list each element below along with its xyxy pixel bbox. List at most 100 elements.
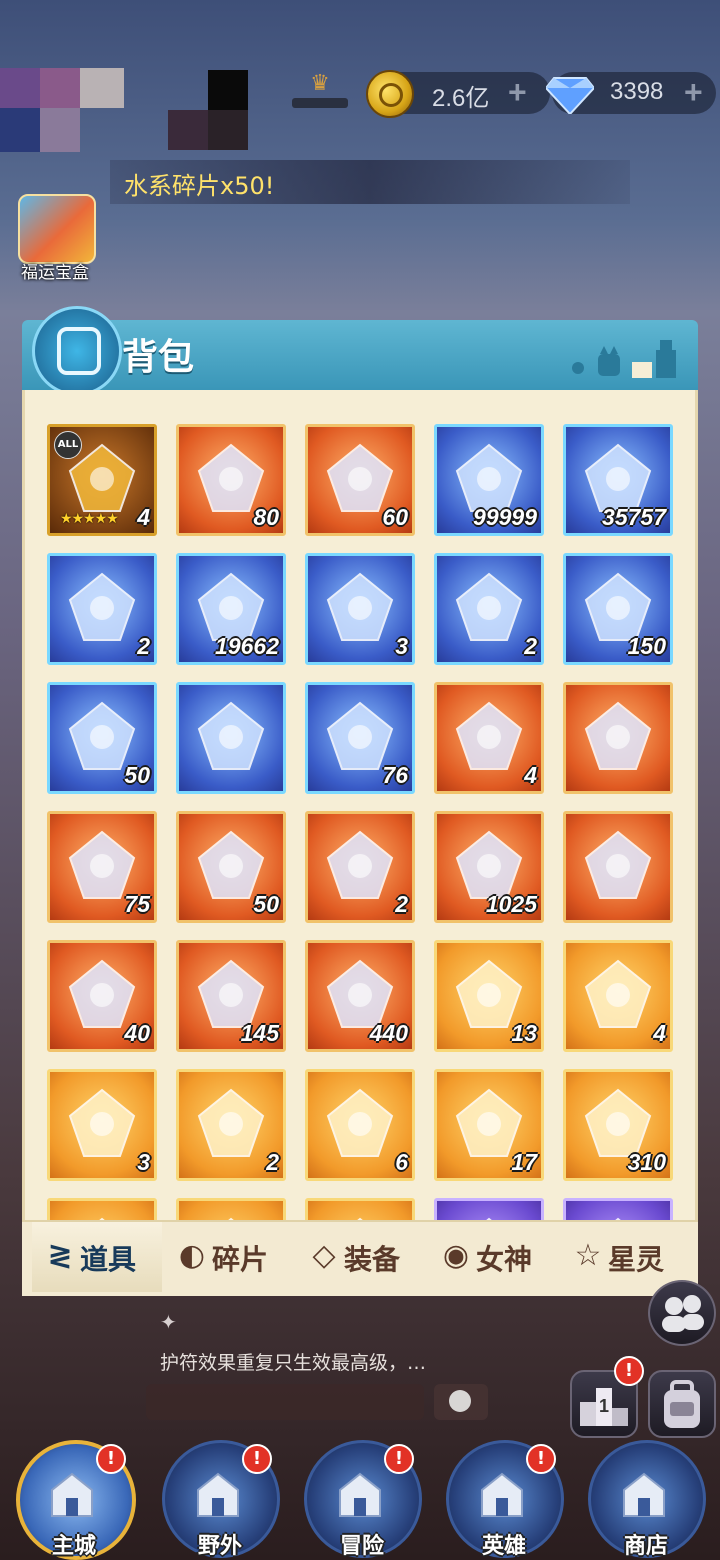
nav-wilderness[interactable]: 野外! bbox=[162, 1440, 280, 1559]
friends-button[interactable] bbox=[648, 1280, 716, 1346]
item-slot[interactable]: 60 bbox=[305, 424, 415, 536]
item-count: 4 bbox=[653, 1020, 666, 1046]
item-count: 40 bbox=[124, 1020, 150, 1046]
item-count: 4 bbox=[137, 504, 150, 530]
vip-crown-icon[interactable]: ♛ bbox=[306, 72, 334, 96]
item-grid-area: ALL ★★★★★ 4 80 60 99999 35757 2 19662 3 2 150 50 76 4 7… bbox=[22, 390, 698, 1294]
item-count: 35757 bbox=[602, 504, 666, 530]
chat-avatar-icon: ✦ bbox=[160, 1310, 177, 1334]
item-count: 19662 bbox=[215, 633, 279, 659]
bag-button[interactable]: ! bbox=[648, 1370, 716, 1438]
item-count: 75 bbox=[124, 891, 150, 917]
add-diamond-button[interactable]: + bbox=[684, 74, 703, 111]
nav-label: 英雄 bbox=[481, 1534, 526, 1559]
nav-main-city[interactable]: 主城! bbox=[16, 1440, 136, 1560]
tab-goddess[interactable]: ◉ 女神 bbox=[428, 1222, 558, 1292]
nav-adventure[interactable]: 冒险! bbox=[304, 1440, 422, 1559]
item-slot[interactable]: 50 bbox=[176, 811, 286, 923]
item-count: 80 bbox=[253, 504, 279, 530]
item-slot[interactable]: 76 bbox=[305, 682, 415, 794]
item-slot[interactable]: 75 bbox=[47, 811, 157, 923]
item-slot[interactable]: 310 bbox=[563, 1069, 673, 1181]
item-count: 6 bbox=[395, 1149, 408, 1175]
wilderness-portal-icon bbox=[197, 1472, 239, 1517]
item-slot[interactable]: 3 bbox=[305, 553, 415, 665]
item-slot[interactable]: 50 bbox=[47, 682, 157, 794]
blue-chest-icon bbox=[584, 959, 652, 1028]
golden-armor-icon bbox=[197, 1088, 265, 1157]
item-count: 17 bbox=[511, 1149, 537, 1175]
goddess-icon: ◉ bbox=[442, 1238, 470, 1273]
tab-items[interactable]: ≷ 道具 bbox=[32, 1222, 162, 1292]
item-slot[interactable]: 19662 bbox=[176, 553, 286, 665]
ticker-text: 水系碎片x50! bbox=[124, 172, 275, 200]
items-icon: ≷ bbox=[47, 1238, 73, 1273]
friends-icon bbox=[662, 1295, 704, 1332]
item-count: 13 bbox=[511, 1020, 537, 1046]
tab-equipment[interactable]: ◇ 装备 bbox=[296, 1222, 426, 1292]
equipment-icon: ◇ bbox=[312, 1238, 336, 1273]
emoji-button[interactable] bbox=[434, 1384, 488, 1420]
item-slot[interactable]: 80 bbox=[176, 424, 286, 536]
category-tabs: ≷ 道具 ◐ 碎片 ◇ 装备 ◉ 女神 ☆ 星灵 bbox=[22, 1220, 698, 1296]
orb-frame-icon bbox=[584, 701, 652, 770]
tab-fragments[interactable]: ◐ 碎片 bbox=[164, 1222, 294, 1292]
item-slot[interactable]: 1025 bbox=[434, 811, 544, 923]
item-slot[interactable]: 150 bbox=[563, 553, 673, 665]
lucky-box-label: 福运宝盒 bbox=[21, 263, 89, 283]
item-slot[interactable]: 17 bbox=[434, 1069, 544, 1181]
item-slot[interactable]: 4 bbox=[434, 682, 544, 794]
hourglass-icon bbox=[455, 572, 523, 641]
item-count: 3 bbox=[137, 1149, 150, 1175]
item-slot[interactable]: 99999 bbox=[434, 424, 544, 536]
item-slot[interactable]: 4 bbox=[563, 940, 673, 1052]
tab-label: 装备 bbox=[344, 1243, 401, 1276]
item-count: 440 bbox=[369, 1020, 408, 1046]
item-slot[interactable]: ALL ★★★★★ 4 bbox=[47, 424, 157, 536]
item-slot[interactable]: 145 bbox=[176, 940, 286, 1052]
chat-input[interactable] bbox=[146, 1384, 424, 1420]
item-slot[interactable]: 440 bbox=[305, 940, 415, 1052]
ranking-button[interactable]: 1 ! bbox=[570, 1356, 644, 1438]
backpack-icon bbox=[32, 306, 122, 396]
gold-resource: 2.6亿 + bbox=[366, 70, 550, 118]
nav-badge: ! bbox=[242, 1444, 272, 1474]
nav-shop[interactable]: 商店 bbox=[588, 1440, 706, 1559]
item-slot[interactable]: 40 bbox=[47, 940, 157, 1052]
nav-heroes[interactable]: 英雄! bbox=[446, 1440, 564, 1559]
add-gold-button[interactable]: + bbox=[508, 74, 527, 111]
diamond-icon bbox=[546, 77, 594, 114]
item-slot[interactable] bbox=[176, 682, 286, 794]
item-slot[interactable] bbox=[563, 682, 673, 794]
green-card-icon bbox=[68, 1088, 136, 1157]
item-slot[interactable]: 35757 bbox=[563, 424, 673, 536]
vip-bar bbox=[292, 98, 348, 108]
nav-label: 野外 bbox=[197, 1534, 242, 1559]
lucky-box-button[interactable]: 福运宝盒 bbox=[14, 192, 96, 288]
bag-icon bbox=[664, 1380, 700, 1428]
item-count: 1025 bbox=[485, 891, 537, 917]
item-count: 4 bbox=[524, 762, 537, 788]
item-slot[interactable]: 2 bbox=[434, 553, 544, 665]
fragment-icon: ◐ bbox=[178, 1238, 206, 1273]
nav-label: 主城 bbox=[51, 1534, 96, 1559]
silver-scroll-icon bbox=[197, 701, 265, 770]
item-slot[interactable]: 3 bbox=[47, 1069, 157, 1181]
item-slot[interactable]: 2 bbox=[176, 1069, 286, 1181]
item-count: 2 bbox=[266, 1149, 279, 1175]
item-slot[interactable]: 6 bbox=[305, 1069, 415, 1181]
item-slot[interactable]: 2 bbox=[47, 553, 157, 665]
red-card-icon bbox=[326, 1088, 394, 1157]
announcement-ticker: 水系碎片x50! bbox=[110, 160, 630, 204]
panel-title: 背包 bbox=[122, 337, 195, 378]
rune-stone-icon bbox=[326, 572, 394, 641]
item-slot[interactable]: 2 bbox=[305, 811, 415, 923]
nav-label: 冒险 bbox=[339, 1534, 384, 1559]
item-slot[interactable]: 13 bbox=[434, 940, 544, 1052]
gift-box-icon bbox=[18, 194, 96, 264]
cat-decoration-icon bbox=[572, 340, 676, 378]
backpack-panel: 背包 ALL ★★★★★ 4 80 60 99999 35757 2 19662 3 2 150 50 7… bbox=[22, 306, 698, 1296]
player-avatar-pixelated[interactable] bbox=[0, 68, 124, 152]
item-slot[interactable] bbox=[563, 811, 673, 923]
nav-badge: ! bbox=[96, 1444, 126, 1474]
